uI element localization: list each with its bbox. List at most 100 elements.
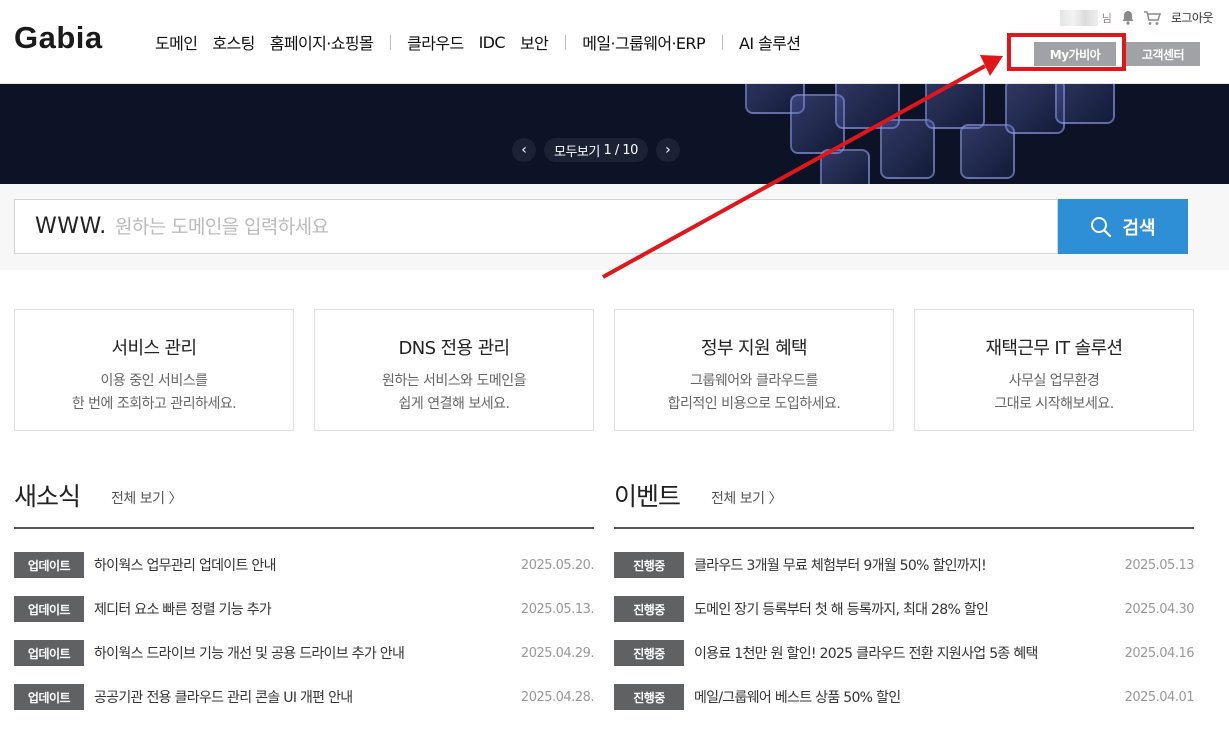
nav-mail-groupware-erp[interactable]: 메일·그룹웨어·ERP — [582, 30, 705, 54]
status-badge: 업데이트 — [14, 552, 84, 578]
domain-search-input[interactable] — [115, 209, 1015, 245]
nav-hosting[interactable]: 호스팅 — [212, 30, 255, 54]
card-title: 서비스 관리 — [111, 338, 198, 359]
card-desc-line: 합리적인 비용으로 도입하세요. — [667, 396, 841, 412]
nav-security[interactable]: 보안 — [520, 30, 549, 54]
event-date: 2025.04.30 — [1124, 601, 1195, 617]
news-title: 새소식 — [14, 482, 81, 511]
card-dns-management[interactable]: DNS 전용 관리 원하는 서비스와 도메인을 쉽게 연결해 보세요. — [314, 309, 594, 431]
status-badge: 업데이트 — [14, 640, 84, 666]
news-headline[interactable]: 하이웍스 드라이브 기능 개선 및 공용 드라이브 추가 안내 — [94, 643, 521, 663]
my-gabia-button[interactable]: My가비아 — [1034, 42, 1116, 66]
card-desc-line: 쉽게 연결해 보세요. — [398, 396, 510, 412]
user-name-redacted — [1059, 9, 1098, 26]
event-row[interactable]: 진행중 이용료 1천만 원 할인! 2025 클라우드 전환 지원사업 5종 혜… — [614, 640, 1195, 666]
card-desc-line: 한 번에 조회하고 관리하세요. — [71, 396, 237, 412]
nav-cloud[interactable]: 클라우드 — [407, 30, 464, 54]
banner-decoration — [960, 124, 1015, 179]
status-badge: 업데이트 — [14, 596, 84, 622]
status-badge: 진행중 — [614, 640, 684, 666]
events-divider — [614, 527, 1194, 529]
utility-bar: 님 로그아웃 — [1059, 9, 1214, 26]
card-desc-line: 그룹웨어와 클라우드를 — [690, 373, 818, 389]
banner-decoration — [925, 84, 985, 129]
search-icon — [1090, 216, 1112, 238]
news-date: 2025.05.20. — [520, 557, 595, 573]
event-row[interactable]: 진행중 도메인 장기 등록부터 첫 해 등록까지, 최대 28% 할인 2025… — [614, 596, 1195, 622]
page-counter: 1 / 10 — [603, 142, 638, 158]
card-description: 그룹웨어와 클라우드를 합리적인 비용으로 도입하세요. — [615, 370, 893, 416]
news-view-all-link[interactable]: 전체 보기 〉 — [111, 488, 182, 508]
card-remote-work-solution[interactable]: 재택근무 IT 솔루션 사무실 업무환경 그대로 시작해보세요. — [914, 309, 1194, 431]
nav-idc[interactable]: IDC — [479, 33, 506, 52]
www-prefix: WWW. — [35, 214, 107, 239]
chevron-right-icon[interactable]: › — [655, 138, 680, 162]
events-view-all-link[interactable]: 전체 보기 〉 — [711, 488, 782, 508]
card-desc-line: 원하는 서비스와 도메인을 — [381, 373, 527, 389]
event-date: 2025.04.16 — [1124, 645, 1195, 661]
nav-homepage-shopmall[interactable]: 홈페이지·쇼핑몰 — [270, 30, 374, 54]
search-button-label: 검색 — [1122, 217, 1156, 239]
card-title: 재택근무 IT 솔루션 — [985, 338, 1123, 359]
event-date: 2025.05.13 — [1124, 557, 1195, 573]
status-badge: 진행중 — [614, 684, 684, 710]
chevron-left-icon[interactable]: ‹ — [512, 138, 536, 162]
card-desc-line: 사무실 업무환경 — [1008, 373, 1100, 389]
event-headline[interactable]: 메일/그룹웨어 베스트 상품 50% 할인 — [694, 687, 1125, 707]
event-row[interactable]: 진행중 클라우드 3개월 무료 체험부터 9개월 50% 할인까지! 2025.… — [614, 552, 1195, 578]
card-description: 이용 중인 서비스를 한 번에 조회하고 관리하세요. — [15, 370, 293, 416]
logout-link[interactable]: 로그아웃 — [1171, 9, 1214, 26]
news-headline[interactable]: 제디터 요소 빠른 정렬 기능 추가 — [94, 599, 521, 619]
user-name-suffix: 님 — [1101, 11, 1112, 25]
news-row[interactable]: 업데이트 하이웍스 드라이브 기능 개선 및 공용 드라이브 추가 안내 202… — [14, 640, 595, 666]
card-service-management[interactable]: 서비스 관리 이용 중인 서비스를 한 번에 조회하고 관리하세요. — [14, 309, 294, 431]
chevron-right-icon: 〉 — [768, 491, 782, 507]
card-description: 사무실 업무환경 그대로 시작해보세요. — [915, 370, 1193, 416]
banner-decoration — [820, 149, 870, 184]
bell-icon[interactable] — [1121, 10, 1135, 25]
banner-pager: ‹ 모두보기 1 / 10 › — [512, 138, 680, 162]
news-row[interactable]: 업데이트 공공기관 전용 클라우드 관리 콘솔 UI 개편 안내 2025.04… — [14, 684, 595, 710]
customer-center-button[interactable]: 고객센터 — [1126, 42, 1200, 66]
nav-ai-solution[interactable]: AI 솔루션 — [739, 30, 801, 54]
event-headline[interactable]: 도메인 장기 등록부터 첫 해 등록까지, 최대 28% 할인 — [694, 599, 1125, 619]
card-desc-line: 그대로 시작해보세요. — [994, 396, 1114, 412]
news-headline[interactable]: 공공기관 전용 클라우드 관리 콘솔 UI 개편 안내 — [94, 687, 521, 707]
event-headline[interactable]: 이용료 1천만 원 할인! 2025 클라우드 전환 지원사업 5종 혜택 — [694, 643, 1125, 663]
news-date: 2025.04.28. — [520, 689, 595, 705]
view-all-label: 전체 보기 — [111, 491, 165, 507]
cart-icon[interactable] — [1143, 10, 1161, 26]
event-headline[interactable]: 클라우드 3개월 무료 체험부터 9개월 50% 할인까지! — [694, 555, 1125, 575]
status-badge: 업데이트 — [14, 684, 84, 710]
domain-search-box: WWW. — [14, 199, 1058, 254]
news-date: 2025.05.13. — [520, 601, 595, 617]
events-title: 이벤트 — [614, 482, 681, 511]
view-all-label: 전체 보기 — [711, 491, 765, 507]
nav-divider — [390, 34, 392, 50]
banner-decoration — [1055, 84, 1115, 124]
nav-divider — [565, 34, 567, 50]
banner-page-indicator[interactable]: 모두보기 1 / 10 — [544, 138, 648, 162]
view-all-label: 모두보기 — [554, 144, 600, 160]
nav-domain[interactable]: 도메인 — [155, 30, 198, 54]
promo-banner[interactable]: ‹ 모두보기 1 / 10 › — [0, 84, 1229, 184]
header: Gabia 도메인 호스팅 홈페이지·쇼핑몰 클라우드 IDC 보안 메일·그룹… — [0, 0, 1229, 84]
banner-decoration — [880, 119, 935, 179]
card-description: 원하는 서비스와 도메인을 쉽게 연결해 보세요. — [315, 370, 593, 416]
chevron-right-icon: 〉 — [168, 491, 182, 507]
news-headline[interactable]: 하이웍스 업무관리 업데이트 안내 — [94, 555, 521, 575]
event-row[interactable]: 진행중 메일/그룹웨어 베스트 상품 50% 할인 2025.04.01 — [614, 684, 1195, 710]
news-row[interactable]: 업데이트 하이웍스 업무관리 업데이트 안내 2025.05.20. — [14, 552, 595, 578]
news-date: 2025.04.29. — [520, 645, 595, 661]
card-title: 정부 지원 혜택 — [700, 338, 808, 359]
card-government-support[interactable]: 정부 지원 혜택 그룹웨어와 클라우드를 합리적인 비용으로 도입하세요. — [614, 309, 894, 431]
status-badge: 진행중 — [614, 596, 684, 622]
card-desc-line: 이용 중인 서비스를 — [100, 373, 208, 389]
search-button[interactable]: 검색 — [1058, 199, 1188, 254]
gabia-logo[interactable]: Gabia — [14, 20, 103, 56]
status-badge: 진행중 — [614, 552, 684, 578]
card-title: DNS 전용 관리 — [398, 338, 510, 359]
news-divider — [14, 527, 594, 529]
event-date: 2025.04.01 — [1124, 689, 1195, 705]
news-row[interactable]: 업데이트 제디터 요소 빠른 정렬 기능 추가 2025.05.13. — [14, 596, 595, 622]
